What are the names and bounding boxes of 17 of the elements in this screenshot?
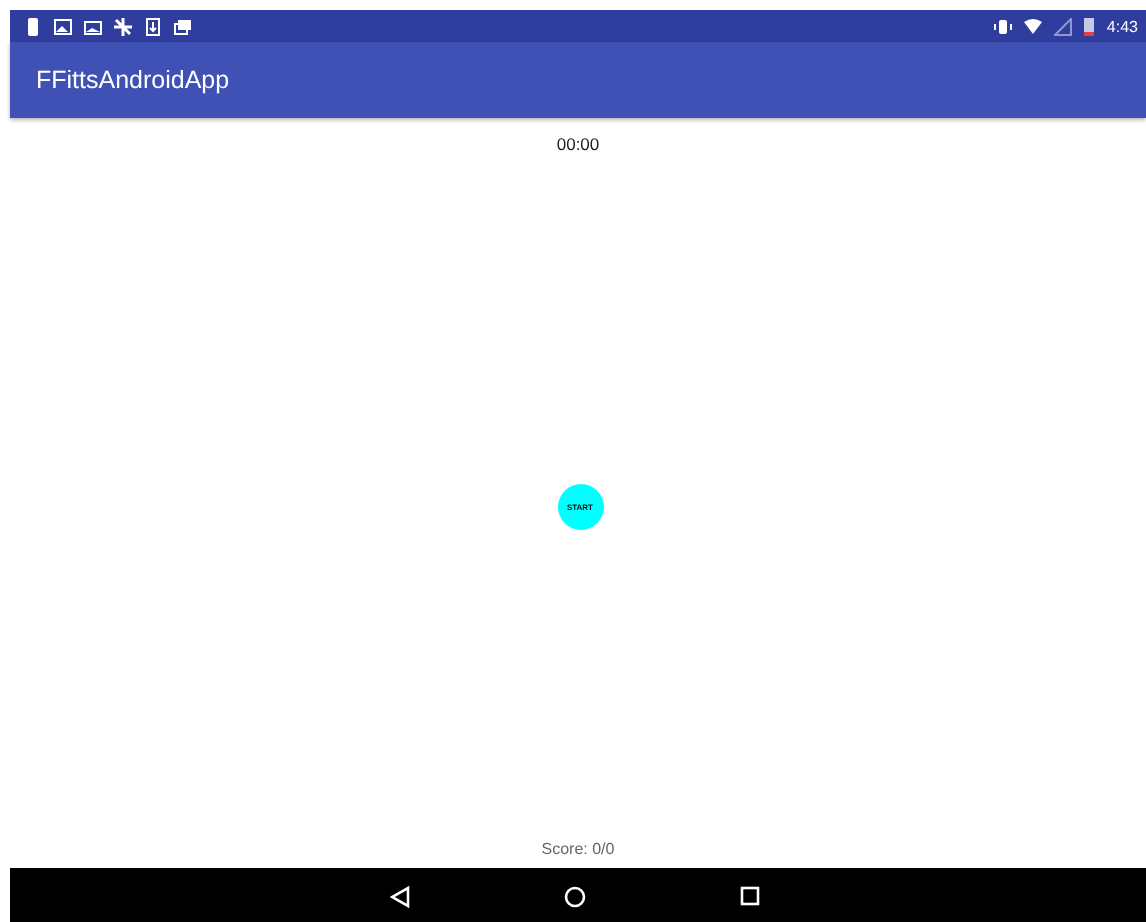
overview-icon[interactable] [739,886,759,906]
wifi-icon [1024,17,1043,35]
battery-icon [1084,16,1095,36]
timer-text: 00:00 [556,134,600,154]
image-icon [54,17,72,35]
app-title: FFittsAndroidApp [36,66,230,94]
vibrate-icon [994,17,1013,35]
battery-alert-icon [24,17,42,35]
score-text: Score: 0/0 [541,840,615,858]
phone-download-icon [144,17,162,35]
back-icon[interactable] [389,885,409,907]
photos-icon [174,17,192,35]
pinwheel-icon [114,17,132,35]
status-time: 4:43 [1106,17,1138,35]
picture-icon [84,17,102,35]
home-icon[interactable] [563,885,585,907]
signal-icon [1054,17,1073,35]
